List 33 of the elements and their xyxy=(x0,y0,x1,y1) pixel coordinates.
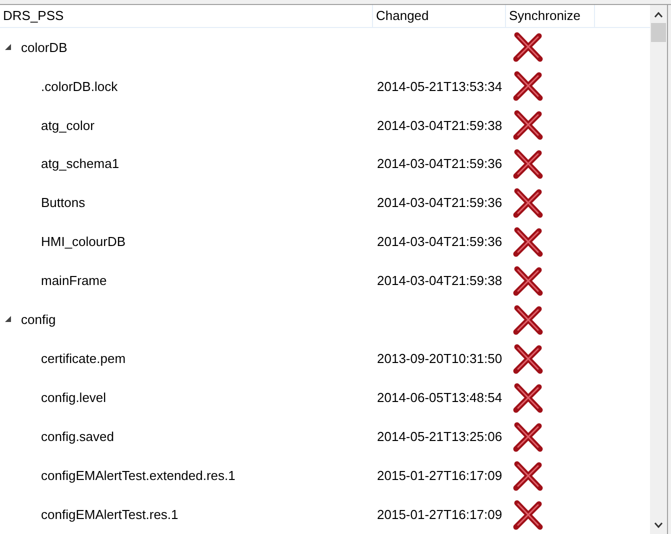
file-name[interactable]: .colorDB.lock xyxy=(0,76,118,96)
changed-date: 2014-05-21T13:25:06 xyxy=(377,428,502,444)
file-name[interactable]: mainFrame xyxy=(0,271,107,291)
scroll-down-icon[interactable] xyxy=(654,522,663,528)
folder-name[interactable]: colorDB xyxy=(21,38,68,58)
scrollbar[interactable] xyxy=(650,5,667,534)
expanded-icon[interactable] xyxy=(5,44,12,51)
changed-date: 2015-01-27T16:17:09 xyxy=(377,468,502,483)
changed-date: 2015-01-27T16:17:09 xyxy=(377,506,502,522)
changed-date: 2014-05-21T13:53:34 xyxy=(377,78,502,94)
file-name[interactable]: Buttons xyxy=(0,193,86,213)
file-name[interactable]: config.level xyxy=(0,388,106,408)
changed-date: 2014-03-04T21:59:36 xyxy=(377,156,502,172)
file-name[interactable]: atg_schema1 xyxy=(0,154,120,174)
file-name[interactable]: atg_color xyxy=(0,116,94,136)
column-header[interactable]: Synchronize xyxy=(506,5,595,27)
scrollbar-thumb[interactable] xyxy=(651,23,666,42)
changed-date: 2013-09-20T10:31:50 xyxy=(377,351,502,366)
changed-date: 2014-06-05T13:48:54 xyxy=(377,390,502,405)
changed-date: 2014-03-04T21:59:38 xyxy=(377,273,502,288)
file-name[interactable]: configEMAlertTest.res.1 xyxy=(0,504,178,524)
scroll-up-icon[interactable] xyxy=(654,12,663,18)
column-header[interactable]: Changed xyxy=(373,5,506,27)
file-name[interactable]: HMI_colourDB xyxy=(0,232,126,252)
column-header[interactable]: DRS_PSS xyxy=(0,5,373,27)
file-name[interactable]: config.saved xyxy=(0,426,114,446)
changed-date: 2014-03-04T21:59:36 xyxy=(377,195,502,210)
file-name[interactable]: configEMAlertTest.extended.res.1 xyxy=(0,466,236,486)
file-name[interactable]: certificate.pem xyxy=(0,349,126,369)
expanded-icon[interactable] xyxy=(5,316,12,324)
folder-name[interactable]: config xyxy=(21,310,56,330)
changed-date: 2014-03-04T21:59:36 xyxy=(377,234,502,250)
changed-date: 2014-03-04T21:59:38 xyxy=(377,118,502,133)
